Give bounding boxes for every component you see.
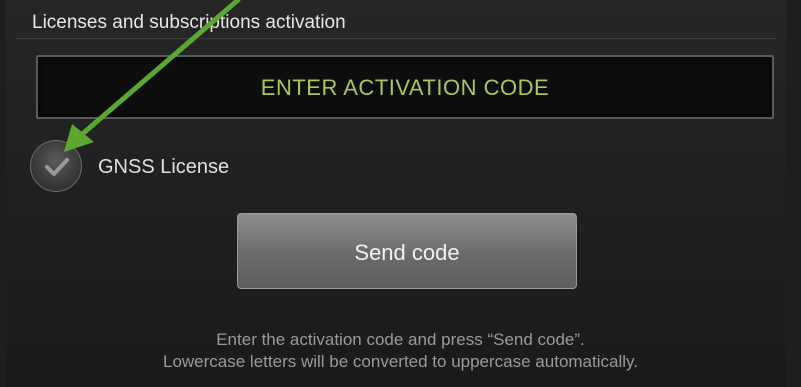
license-activation-window: Licenses and subscriptions activation EN… <box>0 0 801 387</box>
arrow-annotation-icon <box>64 0 241 152</box>
